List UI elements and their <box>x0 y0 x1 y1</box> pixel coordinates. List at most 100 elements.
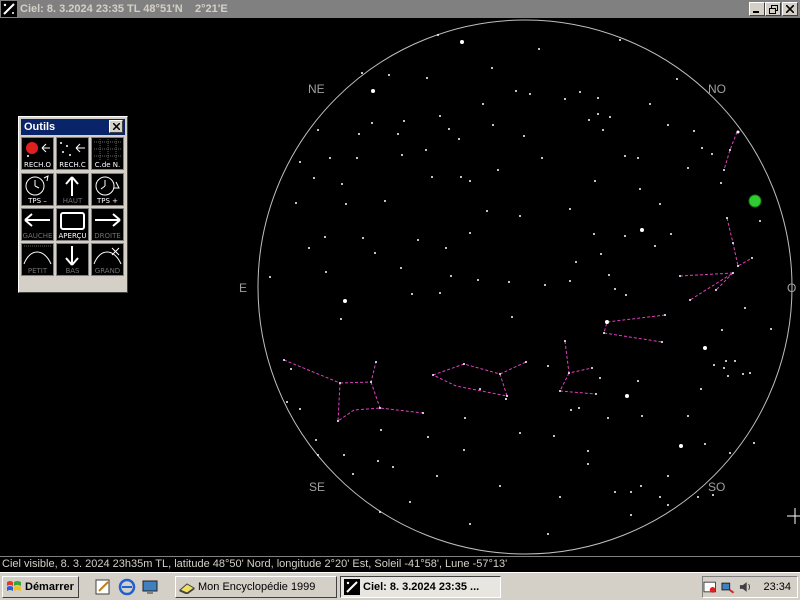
star <box>715 289 717 291</box>
tool-time-forward[interactable]: TPS + <box>91 173 124 206</box>
star <box>570 409 572 411</box>
star <box>749 372 751 374</box>
star <box>352 473 354 475</box>
star <box>751 257 753 259</box>
star <box>729 149 731 151</box>
star <box>375 361 377 363</box>
quicklaunch-browser-icon[interactable] <box>118 578 136 596</box>
star <box>469 523 471 525</box>
star <box>411 293 413 295</box>
star <box>324 236 326 238</box>
tools-palette[interactable]: Outils RECH.O RECH.C C.de N. TPS – HAUT … <box>18 116 128 293</box>
star <box>497 169 499 171</box>
star <box>759 220 761 222</box>
star <box>593 233 595 235</box>
star <box>547 533 549 535</box>
star <box>600 253 602 255</box>
task-encyclopedie[interactable]: Mon Encyclopédie 1999 <box>175 576 337 598</box>
star <box>599 377 601 379</box>
star <box>664 314 666 316</box>
star <box>519 432 521 434</box>
star <box>687 167 689 169</box>
star <box>380 429 382 431</box>
close-icon <box>112 123 120 130</box>
star <box>597 113 599 115</box>
tools-title-bar[interactable]: Outils <box>21 119 125 135</box>
tray-network-icon[interactable] <box>720 580 734 594</box>
star <box>704 443 706 445</box>
find-object-icon <box>26 142 50 157</box>
star <box>340 318 342 320</box>
tray-volume-icon[interactable] <box>738 580 751 594</box>
star <box>619 39 621 41</box>
cardinal-se: SE <box>309 480 325 494</box>
tool-star-map[interactable]: C.de N. <box>91 137 124 170</box>
tool-label: GRAND <box>94 267 121 275</box>
star <box>689 299 691 301</box>
star <box>679 444 683 448</box>
minimize-button[interactable] <box>749 2 765 16</box>
star <box>299 408 301 410</box>
tool-find-constellation[interactable]: RECH.C <box>56 137 89 170</box>
star <box>388 74 390 76</box>
star <box>624 235 626 237</box>
horizon-circle <box>257 19 793 555</box>
tools-close-button[interactable] <box>109 120 123 133</box>
star <box>614 491 616 493</box>
tool-label: TPS – <box>28 197 47 205</box>
star <box>508 281 510 283</box>
star <box>427 436 429 438</box>
tool-right[interactable]: DROITE <box>91 208 124 241</box>
star <box>283 359 285 361</box>
cardinal-o: O <box>787 281 796 295</box>
star <box>343 454 345 456</box>
window-title-bar[interactable]: Ciel: 8. 3.2024 23:35 TL 48°51'N 2°21'E <box>0 0 800 18</box>
start-button[interactable]: Démarrer <box>2 576 79 598</box>
star <box>384 200 386 202</box>
star <box>417 239 419 241</box>
tool-label: HAUT <box>62 197 83 205</box>
star <box>591 367 593 369</box>
star <box>538 48 540 50</box>
star <box>477 279 479 281</box>
star <box>727 375 729 377</box>
tool-zoom-in[interactable]: GRAND <box>91 243 124 276</box>
star <box>700 388 702 390</box>
quicklaunch-desktop-icon[interactable] <box>141 578 159 596</box>
star <box>377 460 379 462</box>
cardinal-so: SO <box>708 480 725 494</box>
star <box>553 435 555 437</box>
star <box>436 475 438 477</box>
star <box>723 169 725 171</box>
star <box>649 103 651 105</box>
restore-icon <box>768 4 778 14</box>
tool-find-object[interactable]: RECH.O <box>21 137 54 170</box>
tool-up[interactable]: HAUT <box>56 173 89 206</box>
star <box>637 380 639 382</box>
tool-zoom-out[interactable]: PETIT <box>21 243 54 276</box>
star <box>505 398 507 400</box>
task-ciel[interactable]: Ciel: 8. 3.2024 23:35 ... <box>340 576 501 598</box>
star <box>637 157 639 159</box>
restore-button[interactable] <box>765 2 781 16</box>
star <box>625 294 627 296</box>
start-label: Démarrer <box>25 581 74 593</box>
tool-label: APERÇU <box>58 232 87 240</box>
star <box>499 485 501 487</box>
star <box>464 417 466 419</box>
close-button[interactable] <box>782 2 798 16</box>
quicklaunch-editor-icon[interactable] <box>94 578 112 596</box>
tool-label: C.de N. <box>94 161 121 169</box>
star <box>409 501 411 503</box>
star <box>720 182 722 184</box>
tool-down[interactable]: BAS <box>56 243 89 276</box>
star <box>486 210 488 212</box>
tray-schedule-icon[interactable] <box>703 580 717 594</box>
star <box>361 72 363 74</box>
tool-time-back[interactable]: TPS – <box>21 173 54 206</box>
star <box>732 272 734 274</box>
tool-left[interactable]: GAUCHE <box>21 208 54 241</box>
tool-preview[interactable]: APERÇU <box>56 208 89 241</box>
star <box>608 274 610 276</box>
star <box>439 292 441 294</box>
